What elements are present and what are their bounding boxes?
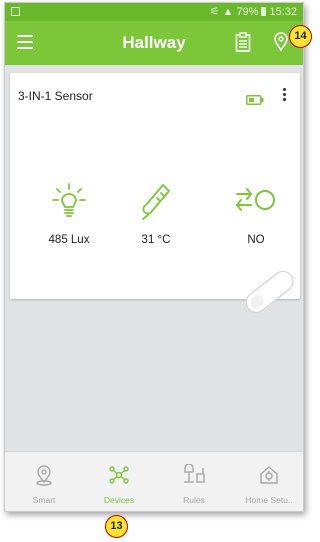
- devices-icon: [109, 466, 129, 484]
- nav-label-rules: Rules: [183, 495, 205, 505]
- nav-smart[interactable]: Smart: [9, 464, 79, 505]
- wifi-icon: ⚟: [209, 6, 220, 18]
- temperature-value: 31 °C: [141, 234, 171, 246]
- status-bar: ⚟ ▲ 79% 15:32: [5, 3, 303, 21]
- battery-percent: 79%: [236, 5, 259, 18]
- pointer-hand-icon: [240, 264, 302, 320]
- device-card[interactable]: 3-IN-1 Sensor 485 Lux 31 °C NO: [10, 73, 301, 313]
- smart-icon: [36, 465, 52, 486]
- notification-icon: [11, 7, 20, 16]
- callout-14: 14: [289, 25, 312, 48]
- phone-screen: ⚟ ▲ 79% 15:32 Hallway 3-IN-1 Sensor 485 …: [4, 2, 304, 512]
- nav-label-smart: Smart: [32, 495, 56, 505]
- nav-devices[interactable]: Devices: [84, 464, 154, 505]
- motion-icon: [236, 188, 275, 211]
- location-pin-icon[interactable]: [273, 32, 289, 57]
- lux-sensor: 485 Lux: [24, 181, 114, 246]
- callout-13: 13: [105, 515, 128, 538]
- nav-label-devices: Devices: [103, 495, 135, 505]
- lux-value: 485 Lux: [48, 234, 90, 246]
- motion-sensor: NO: [211, 181, 301, 246]
- bottom-nav: Smart Devices Rules Home Setu..: [5, 451, 303, 511]
- battery-icon: [246, 92, 264, 110]
- nav-label-home-setup: Home Setu..: [245, 495, 293, 505]
- clipboard-icon[interactable]: [235, 32, 251, 57]
- temperature-sensor: 31 °C: [111, 181, 201, 246]
- home-setup-icon: [260, 466, 278, 484]
- nav-home-setup[interactable]: Home Setu..: [234, 464, 303, 505]
- motion-value: NO: [247, 234, 265, 246]
- page-title: Hallway: [122, 33, 186, 52]
- status-battery-icon: [261, 7, 267, 16]
- app-bar: Hallway: [5, 21, 303, 65]
- lightbulb-icon: [52, 183, 86, 217]
- more-options-icon[interactable]: [283, 88, 287, 103]
- signal-icon: ▲: [222, 5, 234, 18]
- device-name: 3-IN-1 Sensor: [18, 89, 93, 103]
- thermometer-icon: [142, 183, 171, 220]
- status-right: ⚟ ▲ 79% 15:32: [209, 5, 297, 19]
- tutorial-figure: ⚟ ▲ 79% 15:32 Hallway 3-IN-1 Sensor 485 …: [0, 0, 315, 542]
- nav-rules[interactable]: Rules: [159, 463, 229, 505]
- clock: 15:32: [269, 5, 297, 18]
- rules-icon: [184, 463, 205, 483]
